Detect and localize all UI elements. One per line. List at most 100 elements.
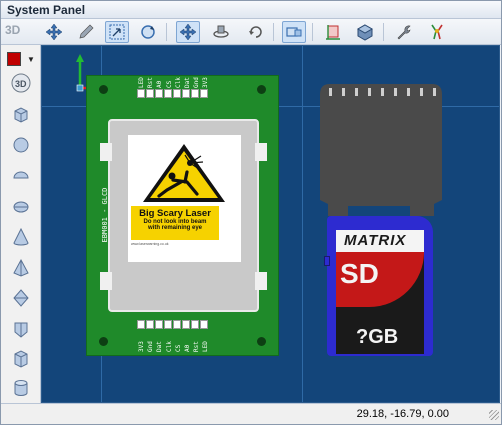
probe-icon — [431, 24, 443, 40]
move-icon — [45, 23, 63, 41]
top-pin-label: Gnd — [193, 77, 201, 88]
top-pin-label: Dat — [184, 77, 191, 88]
system-panel-window: System Panel 3D ▼ 3D EBM001 - GLCD Big S… — [0, 0, 502, 425]
mounting-hole — [257, 85, 266, 94]
toolbar: 3D — [1, 19, 501, 45]
toolbar-separator — [273, 23, 274, 41]
glcd-pcb[interactable]: EBM001 - GLCD Big Scary Laser Do not loo… — [86, 75, 279, 356]
header-pin — [173, 320, 181, 329]
statusbar: 29.18, -16.79, 0.00 — [1, 403, 501, 424]
header-pin — [155, 89, 163, 98]
cone-shape-button[interactable] — [9, 225, 33, 249]
cone-icon — [13, 227, 29, 246]
rotate-view-button[interactable] — [244, 21, 268, 43]
top-pin-label: CS — [165, 80, 173, 88]
bottom-pin-label: Clk — [165, 341, 173, 352]
pyramid-shape-button[interactable] — [9, 256, 33, 280]
axis-view-button[interactable] — [321, 21, 345, 43]
sd-brand-banner: MATRIX — [336, 230, 424, 252]
top-pin-label: Rst — [147, 77, 155, 88]
sd-type: SD — [340, 258, 379, 289]
pan-icon — [179, 23, 197, 41]
orbit-button[interactable] — [209, 21, 233, 43]
cube-view-icon — [356, 24, 374, 41]
pencil-button[interactable] — [74, 21, 98, 43]
3d-viewport[interactable]: EBM001 - GLCD Big Scary Laser Do not loo… — [41, 45, 500, 403]
warning-line-2: with remaining eye — [147, 225, 202, 231]
cube-shape-button[interactable] — [9, 102, 33, 126]
ellipsoid-shape-button[interactable] — [9, 163, 33, 187]
warning-panel: Big Scary Laser Do not look into beam wi… — [131, 206, 219, 240]
header-pin — [173, 89, 181, 98]
svg-text:3D: 3D — [15, 79, 27, 89]
bottom-pin-label: LED — [202, 341, 210, 352]
header-pin — [155, 320, 163, 329]
flat-ellipsoid-shape-button[interactable] — [9, 194, 33, 218]
bottom-pin-label: Rst — [193, 341, 201, 352]
diamond-icon — [13, 289, 29, 307]
flat-ellipsoid-icon — [13, 201, 29, 213]
move-button[interactable] — [42, 21, 66, 43]
cursor-coordinates: 29.18, -16.79, 0.00 — [356, 408, 449, 420]
header-pin — [200, 320, 208, 329]
cylinder-shape-button[interactable] — [9, 376, 33, 400]
header-pin — [182, 320, 190, 329]
hex-cylinder-shape-button[interactable] — [9, 347, 33, 371]
frame-clip — [100, 143, 112, 161]
mounting-hole — [99, 337, 108, 346]
rotate-button[interactable] — [136, 21, 160, 43]
titlebar: System Panel — [1, 1, 501, 19]
top-pin-label: Clk — [174, 77, 182, 88]
laser-warning-triangle-icon — [143, 144, 225, 202]
header-pin — [200, 89, 208, 98]
header-pin — [146, 89, 154, 98]
top-pin-label: LED — [138, 77, 145, 88]
bottom-pin-label: CS — [174, 344, 182, 352]
select-icon — [109, 24, 125, 40]
bottom-header-pins — [137, 320, 217, 331]
resize-grip[interactable] — [489, 410, 499, 420]
pan-button[interactable] — [176, 21, 200, 43]
pyramid-icon — [13, 258, 29, 277]
rotate-view-icon — [249, 26, 262, 38]
panel-view-button[interactable] — [282, 21, 306, 43]
bottom-pin-label: Gnd — [147, 341, 155, 352]
mounting-hole — [257, 337, 266, 346]
rotate-icon — [141, 25, 155, 39]
lcd-frame: Big Scary Laser Do not look into beam wi… — [100, 119, 267, 312]
bottom-pin-label: A0 — [184, 344, 191, 352]
orbit-icon — [213, 25, 229, 38]
ellipsoid-icon — [13, 171, 29, 179]
color-dropdown-arrow[interactable]: ▼ — [27, 55, 35, 64]
header-pin — [164, 320, 172, 329]
header-pin — [164, 89, 172, 98]
cylinder-icon — [14, 380, 28, 396]
sd-card-slot — [320, 84, 442, 216]
sd-card[interactable]: MATRIX SD ?GB — [324, 216, 433, 356]
cube-view-button[interactable] — [353, 21, 377, 43]
warning-title: Big Scary Laser — [139, 208, 211, 219]
toolbar-separator — [166, 23, 167, 41]
color-picker-swatch[interactable] — [7, 52, 21, 66]
wrench-button[interactable] — [392, 21, 416, 43]
cube-icon — [14, 107, 28, 123]
header-pin — [146, 320, 154, 329]
3d-toggle-button[interactable]: 3D — [9, 71, 33, 95]
3d-toggle-icon: 3D — [11, 73, 31, 93]
bottom-pin-label: Dat — [156, 341, 164, 352]
toolbar-separator — [312, 23, 313, 41]
diamond-shape-button[interactable] — [9, 286, 33, 310]
pencil-icon — [79, 24, 94, 39]
top-pin-label: 3V3 — [202, 77, 210, 88]
sphere-shape-button[interactable] — [9, 133, 33, 157]
header-pin — [191, 320, 199, 329]
axis-view-icon — [326, 25, 340, 40]
probe-button[interactable] — [425, 21, 449, 43]
frame-clip — [100, 272, 112, 290]
sd-write-protect-notch — [324, 256, 330, 266]
window-title: System Panel — [7, 3, 86, 17]
select-button[interactable] — [105, 21, 129, 43]
cylinder-hex-icon — [14, 350, 28, 368]
prism-shape-button[interactable] — [9, 317, 33, 341]
grid-line — [302, 46, 303, 402]
